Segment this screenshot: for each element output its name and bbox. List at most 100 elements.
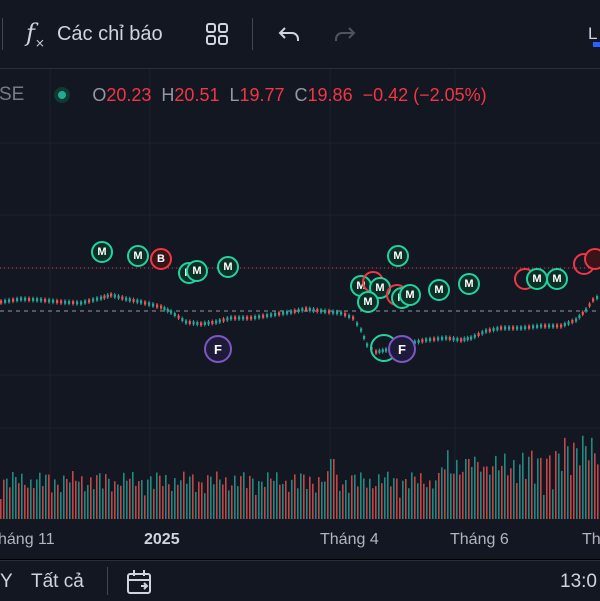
event-marker-b[interactable]: B [150, 248, 172, 270]
range-button-all[interactable]: Tất cả [31, 571, 84, 593]
event-marker-b[interactable] [584, 248, 600, 270]
clock-time[interactable]: 13:0 [560, 571, 597, 593]
event-marker-m[interactable]: M [526, 268, 548, 290]
candle [185, 320, 188, 324]
volume-bar [24, 484, 26, 519]
candle [536, 324, 539, 328]
candle [344, 313, 347, 317]
candle [548, 324, 551, 328]
candle [72, 301, 75, 305]
candle [56, 300, 59, 304]
undo-button[interactable] [276, 18, 302, 50]
event-marker-m[interactable]: M [428, 279, 450, 301]
volume-bar [165, 474, 167, 519]
volume-bar [111, 491, 113, 519]
candle [152, 303, 155, 307]
volume-bar [213, 484, 215, 519]
volume-bar [162, 485, 164, 519]
low-value: 19.77 [239, 84, 285, 105]
event-marker-m[interactable]: M [186, 260, 208, 282]
volume-bar [429, 480, 431, 519]
volume-bar [252, 478, 254, 519]
volume-bar [576, 448, 578, 519]
volume-bar [471, 466, 473, 519]
event-marker-m[interactable]: M [127, 245, 149, 267]
volume-bar [21, 473, 23, 519]
candle [173, 313, 176, 316]
volume-bar [396, 478, 398, 519]
event-marker-m[interactable]: M [387, 245, 409, 267]
volume-bar [90, 477, 92, 519]
volume-bar [486, 466, 488, 519]
volume-bar [39, 472, 41, 519]
candle [437, 337, 440, 341]
volume-bar [60, 492, 62, 519]
volume-bar [513, 459, 515, 519]
range-button-1y[interactable]: Y [0, 571, 13, 593]
market-status-dot[interactable] [54, 87, 71, 103]
event-marker-text: M [363, 296, 373, 308]
calendar-icon[interactable] [126, 569, 154, 595]
volume-bar [558, 453, 560, 519]
volume-bar [72, 471, 74, 519]
volume-bar [114, 481, 116, 519]
event-marker-m[interactable]: M [546, 268, 568, 290]
account-indicator [593, 42, 600, 47]
candle [177, 315, 180, 319]
volume-bar [105, 474, 107, 519]
candle [140, 300, 143, 304]
candle [456, 338, 459, 341]
volume-bar [549, 455, 551, 519]
volume-bar [318, 477, 320, 519]
volume-bar [207, 475, 209, 519]
volume-bar [315, 492, 317, 519]
volume-bar [93, 489, 95, 519]
volume-bar [138, 481, 140, 519]
event-marker-text: M [375, 282, 385, 294]
time-axis-label: háng 11 [0, 531, 55, 548]
candle [163, 307, 166, 311]
candle [581, 311, 584, 315]
volume-bar [534, 483, 536, 519]
volume-bar [495, 455, 497, 519]
volume-bar [336, 474, 338, 519]
redo-button[interactable] [332, 18, 358, 50]
candle [218, 319, 221, 323]
event-marker-m[interactable]: M [217, 256, 239, 278]
volume-bar [597, 464, 599, 519]
layout-templates-button[interactable] [204, 18, 230, 50]
event-marker-m[interactable]: M [357, 291, 379, 313]
candle [96, 297, 99, 301]
event-marker-m[interactable]: M [458, 273, 480, 295]
volume-bar [405, 479, 407, 519]
candle [425, 338, 428, 342]
event-marker-f[interactable]: F [388, 335, 416, 363]
event-marker-m[interactable]: M [399, 284, 421, 306]
candle [560, 324, 563, 328]
candle [473, 334, 476, 338]
candle [181, 318, 184, 321]
volume-bar [123, 472, 125, 519]
volume-bar [84, 491, 86, 519]
close-field: C19.86 [295, 85, 353, 106]
candle [496, 327, 499, 331]
volume-bar [177, 484, 179, 519]
event-marker-m[interactable]: M [91, 241, 113, 263]
candle [254, 315, 257, 319]
volume-bar [99, 473, 101, 519]
event-marker-f[interactable]: F [204, 335, 232, 363]
candle [470, 336, 473, 340]
symbol-name[interactable]: SE [0, 84, 24, 106]
chart-pane[interactable] [0, 69, 600, 559]
volume-bar [414, 476, 416, 519]
event-marker-text: M [393, 250, 403, 262]
candle [293, 309, 296, 313]
volume-bar [270, 478, 272, 519]
price-chart[interactable] [0, 69, 600, 559]
indicators-button[interactable]: f× Các chỉ báo [26, 18, 163, 50]
candle [585, 308, 588, 312]
candle [160, 305, 163, 309]
event-marker-text: B [157, 253, 165, 265]
volume-bar [387, 471, 389, 519]
candle [36, 298, 39, 302]
